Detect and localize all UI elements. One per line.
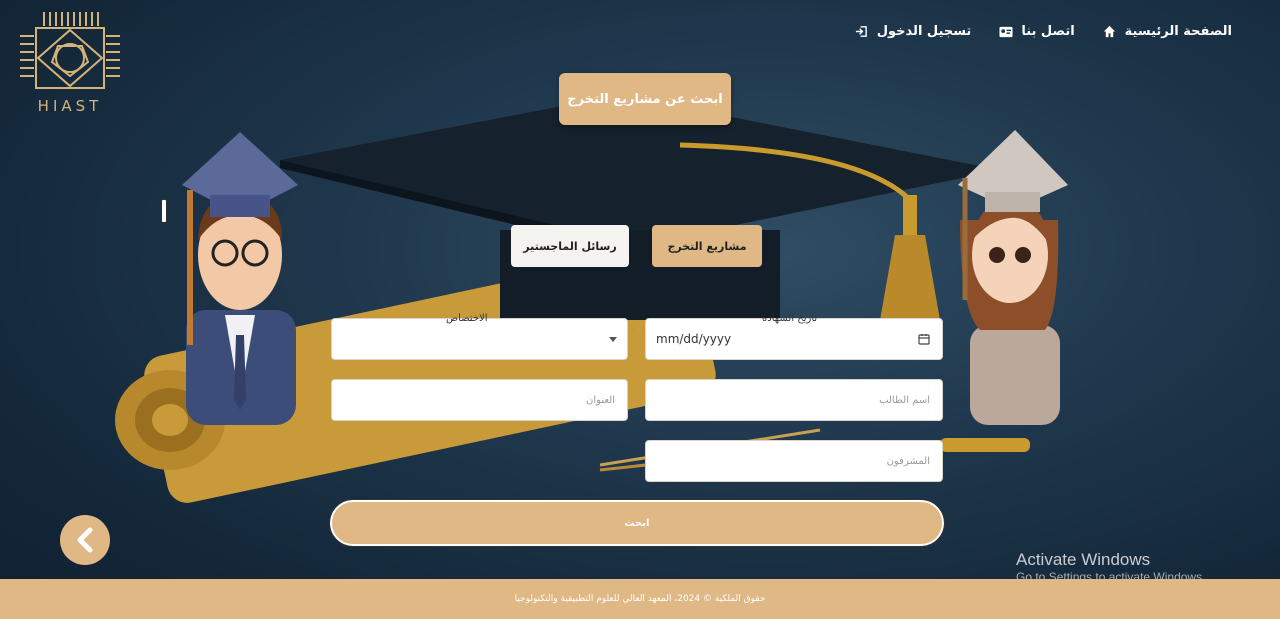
nav-contact-label: اتصل بنا	[1021, 24, 1075, 39]
graduate-boy-illustration	[182, 132, 298, 425]
supervisors-input[interactable]	[646, 441, 942, 481]
supervisors-field[interactable]	[645, 440, 943, 482]
certificate-date-label: تاريخ الشهادة	[762, 313, 818, 324]
specialty-select[interactable]: الاختصاص	[331, 313, 628, 360]
title-input[interactable]	[332, 380, 627, 420]
certificate-date-field[interactable]: تاريخ الشهادة mm/dd/yyyy	[645, 313, 943, 360]
nav-login-link[interactable]: تسجيل الدخول	[855, 24, 972, 39]
page-footer: حقوق الملكية © 2024، المعهد العالي للعلو…	[0, 579, 1280, 619]
title-field[interactable]	[331, 379, 628, 421]
footer-copyright-text: حقوق الملكية © 2024، المعهد العالي للعلو…	[514, 594, 766, 604]
student-name-field[interactable]	[645, 379, 943, 421]
nav-home-label: الصفحة الرئيسية	[1124, 24, 1232, 39]
search-submit-button[interactable]: ابحث	[329, 499, 945, 547]
nav-home-link[interactable]: الصفحة الرئيسية	[1103, 24, 1232, 39]
certificate-date-value: mm/dd/yyyy	[656, 332, 732, 346]
hiast-logo: HIAST	[18, 10, 124, 116]
masters-theses-tab[interactable]: رسائل الماجستير	[511, 225, 629, 267]
chevron-down-icon	[609, 337, 617, 342]
specialty-label: الاختصاص	[446, 313, 488, 324]
home-icon	[1103, 25, 1117, 39]
watermark-title: Activate Windows	[1016, 550, 1151, 569]
calendar-icon[interactable]	[918, 333, 930, 345]
student-name-input[interactable]	[646, 380, 942, 420]
login-icon	[855, 25, 869, 39]
nav-contact-link[interactable]: اتصل بنا	[999, 24, 1075, 39]
contact-card-icon	[999, 25, 1013, 39]
graduation-cap	[280, 95, 1000, 330]
back-button[interactable]	[60, 515, 110, 565]
logo-text: HIAST	[38, 97, 103, 115]
top-navigation: تسجيل الدخول اتصل بنا الصفحة الرئيسية	[855, 24, 1232, 39]
graduation-projects-tab[interactable]: مشاريع التخرج	[652, 225, 762, 267]
chevron-left-icon	[77, 527, 93, 553]
graduate-girl-illustration	[958, 130, 1068, 425]
scroll-handle[interactable]	[161, 199, 167, 223]
search-graduation-projects-button[interactable]: ابحث عن مشاريع التخرج	[559, 73, 731, 125]
nav-login-label: تسجيل الدخول	[876, 24, 972, 39]
